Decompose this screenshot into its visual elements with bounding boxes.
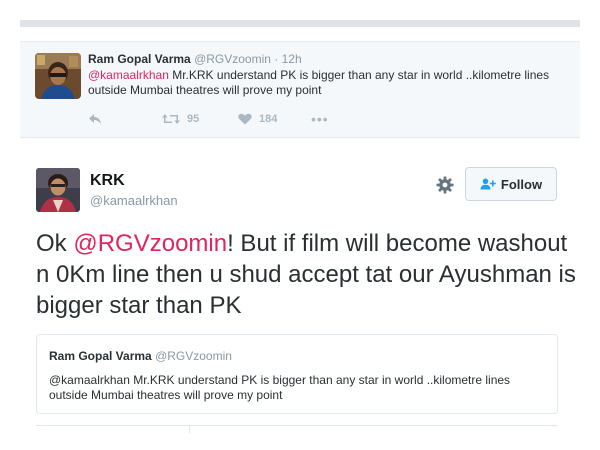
add-user-icon bbox=[480, 178, 496, 190]
more-button[interactable]: ••• bbox=[311, 111, 329, 127]
reply-icon bbox=[89, 114, 101, 124]
mention-link[interactable]: @RGVzoomin bbox=[73, 230, 227, 257]
author-name[interactable]: KRK bbox=[90, 172, 125, 190]
like-count: 184 bbox=[259, 113, 278, 125]
more-icon: ••• bbox=[311, 111, 329, 127]
avatar[interactable] bbox=[36, 168, 80, 212]
quoted-tweet[interactable]: Ram Gopal Varma @RGVzoomin @kamaalrkhan … bbox=[36, 334, 558, 414]
like-button[interactable]: 184 bbox=[238, 111, 277, 127]
parent-tweet-text: @kamaalrkhan Mr.KRK understand PK is big… bbox=[88, 68, 572, 98]
timeline-divider bbox=[20, 20, 580, 27]
divider bbox=[189, 425, 190, 433]
quoted-tweet-text: @kamaalrkhan Mr.KRK understand PK is big… bbox=[49, 373, 511, 402]
follow-button[interactable]: Follow bbox=[465, 167, 557, 201]
parent-tweet-header: Ram Gopal Varma @RGVzoomin · 12h bbox=[88, 52, 302, 66]
gear-icon[interactable] bbox=[436, 176, 454, 194]
retweet-button[interactable]: 95 bbox=[162, 111, 199, 127]
heart-icon bbox=[238, 113, 252, 125]
timestamp-separator: · bbox=[270, 52, 282, 66]
retweet-icon bbox=[162, 114, 180, 124]
author-handle[interactable]: @kamaalrkhan bbox=[90, 193, 178, 208]
retweet-count: 95 bbox=[187, 113, 200, 125]
timestamp[interactable]: 12h bbox=[282, 52, 302, 66]
mention-link[interactable]: @kamaalrkhan bbox=[88, 68, 169, 82]
author-handle: @RGVzoomin bbox=[155, 349, 232, 363]
author-handle[interactable]: @RGVzoomin bbox=[194, 52, 271, 66]
tweet-actions: 95 184 ••• bbox=[88, 111, 388, 127]
parent-tweet[interactable]: Ram Gopal Varma @RGVzoomin · 12h @kamaal… bbox=[20, 41, 580, 138]
divider bbox=[36, 425, 558, 426]
tweet-text: Ok @RGVzoomin! But if film will become w… bbox=[36, 228, 576, 321]
follow-label: Follow bbox=[500, 176, 543, 192]
quoted-tweet-header: Ram Gopal Varma @RGVzoomin bbox=[49, 349, 232, 363]
avatar[interactable] bbox=[35, 53, 81, 99]
tweet-body-prefix: Ok bbox=[36, 230, 74, 257]
author-name[interactable]: Ram Gopal Varma bbox=[88, 52, 191, 66]
reply-button[interactable] bbox=[88, 111, 102, 127]
author-name: Ram Gopal Varma bbox=[49, 349, 152, 363]
